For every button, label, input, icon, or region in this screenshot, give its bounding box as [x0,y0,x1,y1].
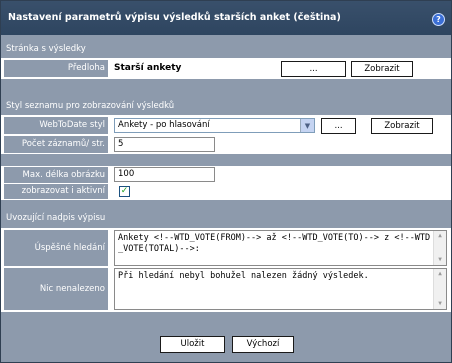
scroll-down-icon[interactable]: ▼ [434,299,446,309]
count-input[interactable]: 5 [114,137,215,152]
template-show-button[interactable]: Zobrazit [351,61,413,77]
section-header-heading-text: Uvozující nadpis výpisu [1,212,451,226]
active-label: zobrazovat i aktivní [4,184,108,199]
dialog-title: Nastavení parametrů výpisu výsledků star… [8,12,341,23]
section-title: Stránka s výsledky [6,44,86,54]
active-checkbox[interactable]: ✓ [119,186,130,197]
section-title: Styl seznamu pro zobrazování výsledků [6,101,175,111]
notfound-label: Nic nenalezeno [4,268,108,310]
row-list-style: WebToDate styl Ankety - po hlasování ▼ .… [1,114,451,154]
template-value: Starší ankety [114,63,182,73]
template-label: Předloha [4,60,108,77]
template-browse-button[interactable]: ... [281,61,346,77]
style-select-value: Ankety - po hlasování [118,120,210,130]
row-image: Max. délka obrázku 100 zobrazovat i akti… [1,165,451,200]
chevron-down-icon[interactable]: ▼ [300,119,314,132]
scrollbar[interactable]: ▲ ▼ [433,269,446,309]
notfound-text: Při hledání nebyl bohužel nalezen žádný … [118,271,369,281]
success-text: Ankety <!--WTD_VOTE(FROM)--> až <!--WTD_… [118,233,431,254]
default-button[interactable]: Výchozí [232,336,294,353]
row-template: Předloha Starší ankety ... Zobrazit [1,57,451,79]
success-textarea[interactable]: Ankety <!--WTD_VOTE(FROM)--> až <!--WTD_… [114,230,447,266]
style-label: WebToDate styl [4,117,108,134]
scroll-up-icon[interactable]: ▲ [434,269,446,279]
section-title: Uvozující nadpis výpisu [6,213,106,223]
style-browse-button[interactable]: ... [321,118,356,134]
row-heading-text: Úspěšné hledání Ankety <!--WTD_VOTE(FROM… [1,227,451,312]
style-select[interactable]: Ankety - po hlasování ▼ [114,118,315,133]
scrollbar[interactable]: ▲ ▼ [433,231,446,265]
help-icon[interactable]: ? [432,13,445,26]
section-header-list-style: Styl seznamu pro zobrazování výsledků [1,100,451,114]
section-header-result-page: Stránka s výsledky [1,43,451,57]
success-label: Úspěšné hledání [4,230,108,266]
maxlen-input[interactable]: 100 [114,167,215,182]
save-button[interactable]: Uložit [160,336,225,353]
scroll-up-icon[interactable]: ▲ [434,231,446,241]
style-show-button[interactable]: Zobrazit [371,118,433,134]
dialog-titlebar: Nastavení parametrů výpisu výsledků star… [1,1,451,35]
notfound-textarea[interactable]: Při hledání nebyl bohužel nalezen žádný … [114,268,447,310]
scroll-down-icon[interactable]: ▼ [434,255,446,265]
maxlen-label: Max. délka obrázku [4,167,108,183]
dialog-footer: Uložit Výchozí [1,331,451,362]
count-label: Počet záznamů/ str. [4,136,108,153]
settings-dialog: Nastavení parametrů výpisu výsledků star… [0,0,452,363]
